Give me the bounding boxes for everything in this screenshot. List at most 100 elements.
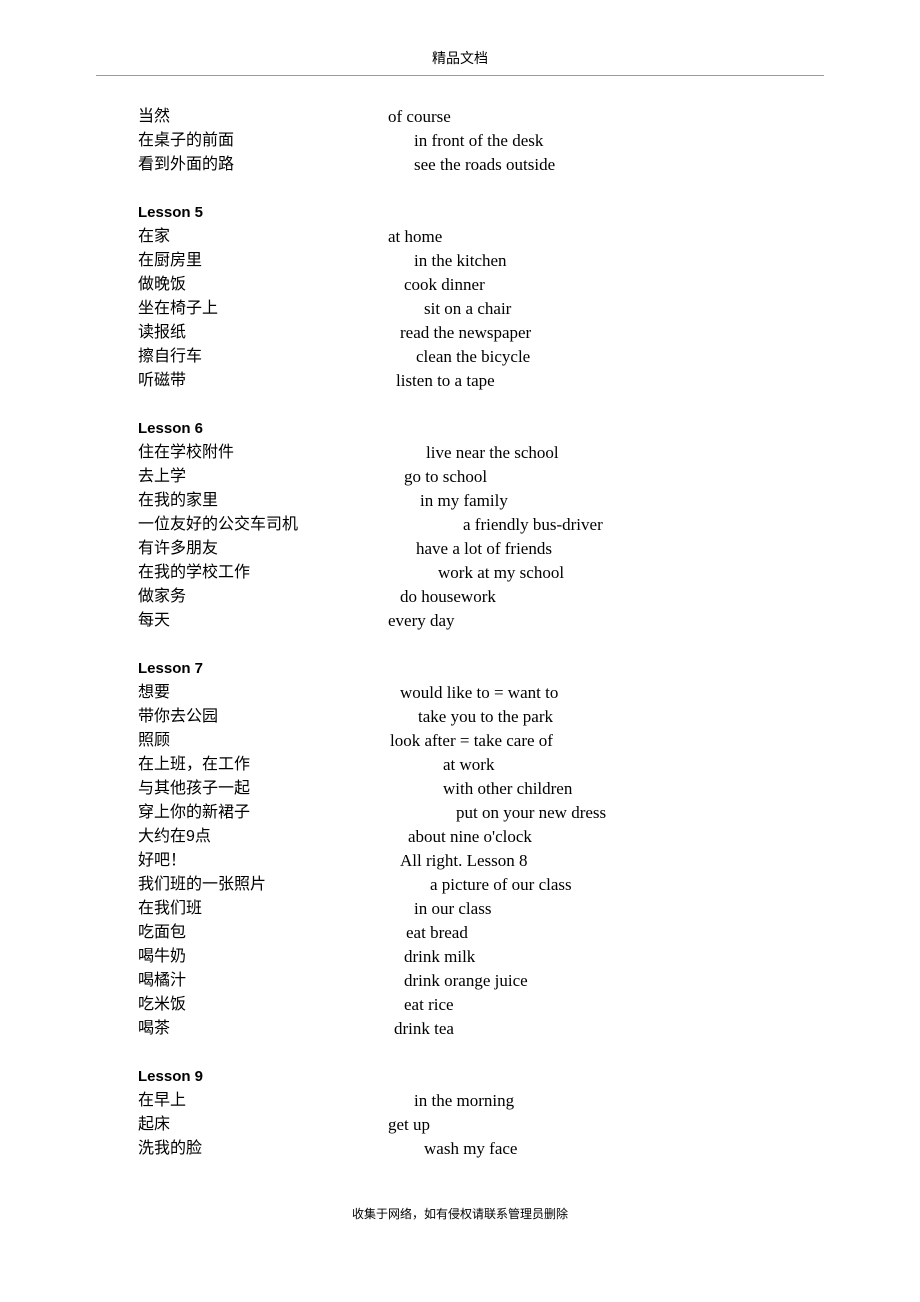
chinese-term: 喝茶	[138, 1020, 171, 1037]
vocabulary-row: 坐在椅子上 sit on a chair	[138, 297, 838, 321]
vocabulary-row: 有许多朋友 have a lot of friends	[138, 537, 838, 561]
english-term: live near the school	[426, 443, 559, 462]
chinese-term: 在厨房里	[138, 252, 203, 269]
lesson-heading: Lesson 5	[138, 204, 204, 221]
chinese-term: 在上班，在工作	[138, 756, 251, 773]
chinese-term: 想要	[138, 684, 171, 701]
vocabulary-row: 我们班的一张照片 a picture of our class	[138, 873, 838, 897]
english-term: in our class	[414, 899, 492, 918]
english-term: eat rice	[404, 995, 454, 1014]
chinese-term: 擦自行车	[138, 348, 203, 365]
vocabulary-row: 起床 get up	[138, 1113, 838, 1137]
chinese-term: 读报纸	[138, 324, 187, 341]
vocabulary-row: 想要 would like to = want to	[138, 681, 838, 705]
english-term: would like to = want to	[400, 683, 559, 702]
vocabulary-row: 好吧！ All right. Lesson 8	[138, 849, 838, 873]
vocabulary-row: 大约在9点 about nine o'clock	[138, 825, 838, 849]
english-term: look after = take care of	[390, 731, 553, 750]
chinese-term: 坐在椅子上	[138, 300, 219, 317]
vocabulary-row: 听磁带 listen to a tape	[138, 369, 838, 393]
english-term: work at my school	[438, 563, 565, 582]
english-term: get up	[388, 1115, 431, 1134]
lesson-heading: Lesson 7	[138, 660, 204, 677]
chinese-term: 去上学	[138, 468, 187, 485]
chinese-term: 当然	[138, 108, 171, 125]
chinese-term: 穿上你的新裙子	[138, 804, 251, 821]
english-term: put on your new dress	[456, 803, 607, 822]
chinese-term: 住在学校附件	[138, 444, 235, 461]
page-footer-note: 收集于网络，如有侵权请联系管理员删除	[351, 1207, 568, 1221]
vocabulary-row: 在上班，在工作 at work	[138, 753, 838, 777]
english-term: drink tea	[394, 1019, 454, 1038]
vocabulary-row: 住在学校附件 live near the school	[138, 441, 838, 465]
english-term: drink milk	[404, 947, 476, 966]
english-term: at home	[388, 227, 443, 246]
english-term: in the morning	[414, 1091, 515, 1110]
english-term: of course	[388, 107, 451, 126]
english-term: take you to the park	[418, 707, 554, 726]
chinese-term: 在我们班	[138, 900, 203, 917]
vocabulary-row: 每天 every day	[138, 609, 838, 633]
vocabulary-row: 喝茶 drink tea	[138, 1017, 838, 1041]
english-term: drink orange juice	[404, 971, 528, 990]
vocabulary-row: 穿上你的新裙子 put on your new dress	[138, 801, 838, 825]
english-term: a friendly bus-driver	[463, 515, 603, 534]
english-term: in front of the desk	[414, 131, 544, 150]
vocabulary-row: 照顾 look after = take care of	[138, 729, 838, 753]
page-header-title: 精品文档	[432, 50, 488, 66]
vocabulary-row: 与其他孩子一起 with other children	[138, 777, 838, 801]
english-term: eat bread	[406, 923, 468, 942]
chinese-term: 做家务	[138, 588, 187, 605]
vocabulary-row: 带你去公园 take you to the park	[138, 705, 838, 729]
english-term: have a lot of friends	[416, 539, 552, 558]
english-term: do housework	[400, 587, 496, 606]
chinese-term: 带你去公园	[138, 708, 219, 725]
chinese-term: 起床	[138, 1116, 171, 1133]
chinese-term: 看到外面的路	[138, 156, 235, 173]
vocabulary-row: 在我的家里 in my family	[138, 489, 838, 513]
vocabulary-row: 洗我的脸 wash my face	[138, 1137, 838, 1161]
chinese-term: 在我的学校工作	[138, 564, 251, 581]
english-term: in my family	[420, 491, 508, 510]
chinese-term: 有许多朋友	[138, 540, 219, 557]
chinese-term: 我们班的一张照片	[138, 876, 267, 893]
vocabulary-row: 擦自行车 clean the bicycle	[138, 345, 838, 369]
lesson-heading: Lesson 6	[138, 420, 204, 437]
chinese-term: 每天	[138, 612, 171, 629]
lesson-heading: Lesson 9	[138, 1068, 204, 1085]
english-term: at work	[443, 755, 495, 774]
chinese-term: 做晚饭	[138, 276, 187, 293]
english-term: cook dinner	[404, 275, 485, 294]
header-divider	[96, 75, 824, 76]
chinese-term: 一位友好的公交车司机	[138, 516, 299, 533]
chinese-term: 在桌子的前面	[138, 132, 235, 149]
vocabulary-row: 去上学 go to school	[138, 465, 838, 489]
english-term: with other children	[443, 779, 573, 798]
chinese-term: 在早上	[138, 1092, 187, 1109]
vocabulary-row: 读报纸 read the newspaper	[138, 321, 838, 345]
english-term: listen to a tape	[396, 371, 495, 390]
chinese-term: 吃面包	[138, 924, 187, 941]
vocabulary-row: 喝牛奶 drink milk	[138, 945, 838, 969]
vocabulary-row: 在厨房里 in the kitchen	[138, 249, 838, 273]
english-term: sit on a chair	[424, 299, 512, 318]
english-term: wash my face	[424, 1139, 518, 1158]
english-term: every day	[388, 611, 455, 630]
chinese-term: 大约在9点	[138, 828, 211, 845]
document-page: 精品文档 当然 of course 在桌子的前面 in front of the de…	[0, 0, 920, 1302]
english-term: clean the bicycle	[416, 347, 531, 366]
english-term: All right. Lesson 8	[400, 851, 528, 870]
english-term: read the newspaper	[400, 323, 532, 342]
vocabulary-row: 吃米饭 eat rice	[138, 993, 838, 1017]
chinese-term: 在家	[138, 228, 171, 245]
vocabulary-row: 当然 of course	[138, 105, 838, 129]
vocabulary-row: 在我的学校工作 work at my school	[138, 561, 838, 585]
chinese-term: 在我的家里	[138, 492, 219, 509]
english-term: go to school	[404, 467, 488, 486]
chinese-term: 听磁带	[138, 372, 187, 389]
chinese-term: 喝牛奶	[138, 948, 187, 965]
vocabulary-row: 喝橘汁 drink orange juice	[138, 969, 838, 993]
